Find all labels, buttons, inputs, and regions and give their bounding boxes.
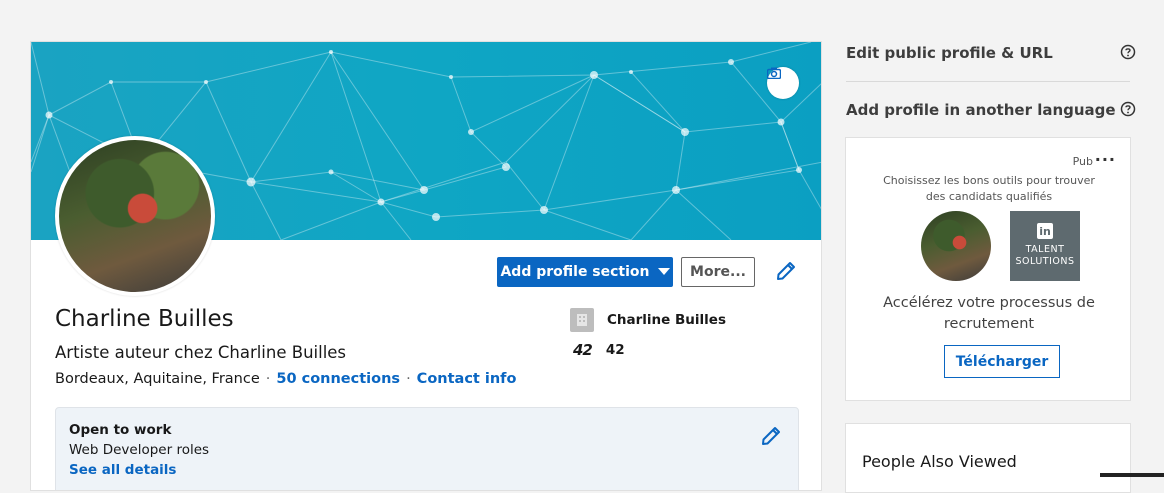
ad-avatar (921, 211, 991, 281)
talent-solutions-text: TALENT SOLUTIONS (1015, 244, 1075, 267)
profile-location: Bordeaux, Aquitaine, France (55, 371, 260, 387)
add-profile-section-label: Add profile section (500, 264, 650, 280)
more-icon[interactable]: ··· (1095, 150, 1116, 169)
see-all-details-link[interactable]: See all details (69, 462, 176, 478)
edit-intro-pencil-icon[interactable] (774, 259, 798, 283)
separator-dot: · (406, 371, 411, 387)
profile-card: Add profile section More... Charline Bui… (30, 41, 822, 491)
add-profile-section-button[interactable]: Add profile section (497, 257, 673, 287)
talent-solutions-logo: in TALENT SOLUTIONS (1010, 211, 1080, 281)
help-icon[interactable] (1120, 44, 1136, 60)
sidebar-divider (846, 81, 1130, 82)
linkedin-icon: in (1037, 223, 1053, 239)
open-to-work-roles: Web Developer roles (69, 442, 210, 458)
ad-headline: Accélérez votre processus de recrutement (883, 295, 1095, 332)
open-to-work-box: Open to work Web Developer roles See all… (55, 407, 799, 490)
help-icon[interactable] (1120, 101, 1136, 117)
download-label: Télécharger (955, 353, 1049, 370)
company-name: Charline Builles (607, 312, 726, 328)
messaging-bar-edge[interactable] (1100, 473, 1164, 477)
caret-down-icon (657, 268, 670, 275)
ad-label: Pub (1072, 155, 1093, 168)
camera-icon (767, 67, 781, 79)
current-company[interactable]: Charline Builles (570, 308, 726, 332)
people-also-viewed-title: People Also Viewed (862, 452, 1017, 471)
people-also-viewed-card: People Also Viewed (845, 423, 1131, 493)
avatar (59, 140, 211, 292)
contact-info-link[interactable]: Contact info (417, 371, 517, 387)
ad-description: Choisissez les bons outils pour trouver … (883, 174, 1095, 203)
company-icon (570, 308, 594, 332)
profile-headline: Artiste auteur chez Charline Builles (55, 343, 347, 362)
profile-photo[interactable] (55, 136, 215, 296)
location-line: Bordeaux, Aquitaine, France · 50 connectio… (55, 371, 516, 387)
school-logo: 42 (573, 341, 593, 359)
education-school[interactable]: 42 42 (573, 341, 625, 359)
more-button[interactable]: More... (681, 257, 755, 287)
school-name: 42 (605, 342, 625, 358)
connections-link[interactable]: 50 connections (276, 371, 400, 387)
download-button[interactable]: Télécharger (944, 345, 1060, 378)
add-language-profile-link[interactable]: Add profile in another language (846, 101, 1116, 119)
ad-card: Pub ··· Choisissez les bons outils pour … (845, 137, 1131, 401)
edit-banner-button[interactable] (767, 67, 799, 99)
edit-open-to-work-pencil-icon[interactable] (759, 424, 783, 448)
profile-name: Charline Builles (55, 306, 234, 332)
open-to-work-title: Open to work (69, 422, 172, 438)
more-label: More... (690, 264, 746, 280)
edit-public-profile-link[interactable]: Edit public profile & URL (846, 44, 1053, 62)
separator-dot: · (265, 371, 271, 387)
